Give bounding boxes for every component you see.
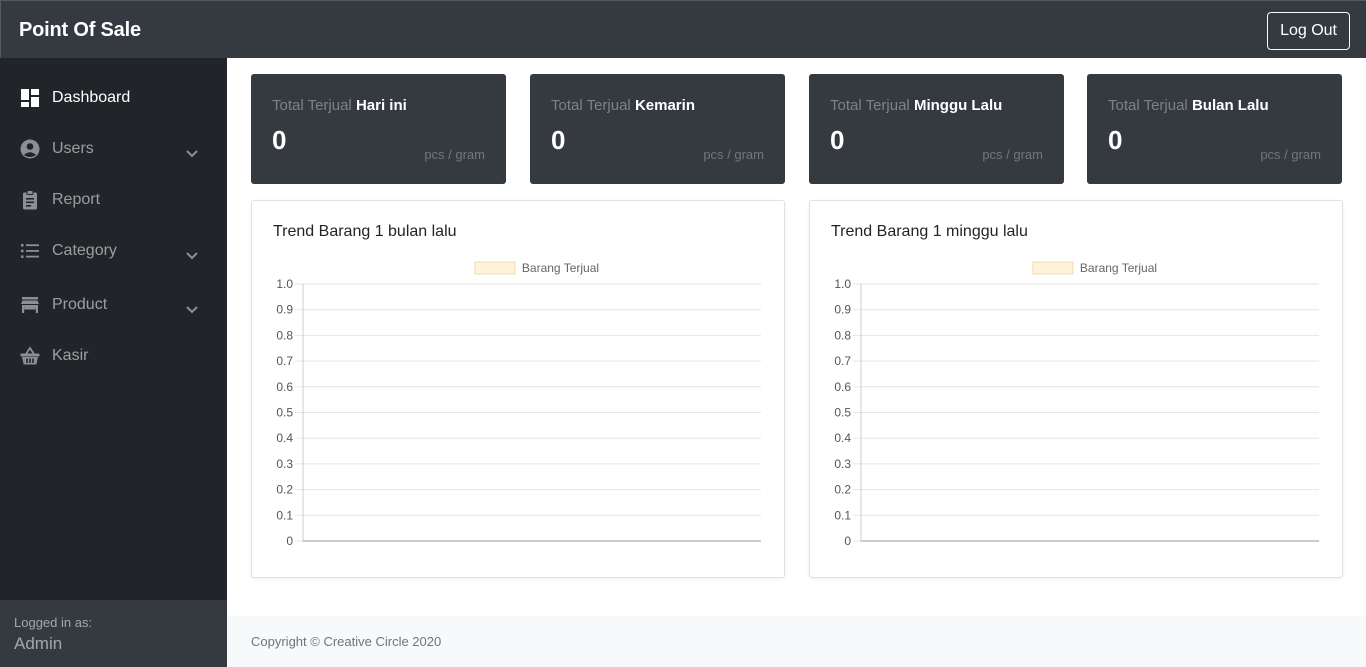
y-tick-label: 0.2 [276,483,293,497]
bar-chart-month: Barang Terjual 0 0.1 0.2 0.3 0.4 0.5 0.6 0.7 0.8 0… [276,261,761,548]
y-tick-label: 0.8 [834,328,851,342]
y-tick-label: 0.6 [834,380,851,394]
y-tick-label: 0.8 [276,328,293,342]
chart-panel-week: Trend Barang 1 minggu lalu Barang Terjua… [809,200,1343,578]
clipboard-icon [19,189,41,211]
user-circle-icon [19,138,41,160]
stat-card-period: Kemarin [634,97,695,114]
stat-card-last-week: Total Terjual Minggu Lalu 0 pcs / gram [809,74,1064,184]
dashboard-icon [19,87,41,109]
list-icon [19,240,41,262]
stat-card-prefix: Total Terjual [272,97,352,114]
main-content: Total Terjual Hari ini 0 pcs / gram Tota… [227,58,1366,667]
sidebar-footer: Logged in as: Admin [0,600,227,667]
y-tick-label: 0.7 [276,354,293,368]
sidebar-item-kasir[interactable]: Kasir [0,336,227,376]
y-tick-label: 0.1 [276,508,293,522]
stat-card-unit: pcs / gram [982,147,1043,162]
y-tick-label: 0.9 [834,303,851,317]
chevron-down-icon [186,252,198,260]
legend-swatch [474,261,516,275]
stat-card-title: Total Terjual Minggu Lalu [830,97,1002,114]
stat-card-value: 0 [272,125,287,155]
stat-card-unit: pcs / gram [1260,147,1321,162]
sidebar-item-label: Users [52,140,94,157]
stat-card-title: Total Terjual Kemarin [551,97,695,114]
sidebar-item-dashboard[interactable]: Dashboard [0,78,227,118]
sidebar-item-label: Report [52,191,101,208]
y-tick-label: 0.3 [276,457,293,471]
y-tick-label: 0.7 [834,354,851,368]
sidebar-item-label: Product [52,296,108,313]
y-tick-label: 0.4 [834,431,851,445]
y-tick-label: 0.1 [834,508,851,522]
stat-card-value: 0 [1108,125,1123,155]
basket-icon [19,345,41,367]
y-tick-label: 0.3 [834,457,851,471]
y-tick-label: 0.6 [276,380,293,394]
sidebar-item-users[interactable]: Users [0,129,227,169]
stat-card-last-month: Total Terjual Bulan Lalu 0 pcs / gram [1087,74,1342,184]
stat-card-prefix: Total Terjual [1108,97,1188,114]
chart-title: Trend Barang 1 minggu lalu [831,223,1028,240]
brand-title[interactable]: Point Of Sale [19,19,141,42]
chart-panel-month: Trend Barang 1 bulan lalu Barang Terjual… [251,200,785,578]
chevron-down-icon [186,150,198,158]
stat-card-value: 0 [551,125,566,155]
y-tick-label: 0 [844,534,851,548]
stat-card-title: Total Terjual Bulan Lalu [1108,97,1269,114]
y-tick-label: 0.5 [834,406,851,420]
top-navbar: Point Of Sale Log Out [0,0,1366,58]
logout-button[interactable]: Log Out [1267,12,1350,50]
stat-card-value: 0 [830,125,845,155]
sidebar-item-product[interactable]: Product [0,285,227,325]
stat-card-prefix: Total Terjual [830,97,910,114]
y-tick-label: 0.9 [276,303,293,317]
stat-card-period: Bulan Lalu [1191,97,1269,114]
stat-card-yesterday: Total Terjual Kemarin 0 pcs / gram [530,74,785,184]
sidebar-item-label: Category [52,242,117,259]
y-tick-label: 0 [286,534,293,548]
sidebar-item-label: Dashboard [52,89,131,106]
y-tick-label: 1.0 [276,277,293,291]
page-footer: Copyright © Creative Circle 2020 [227,616,1366,667]
legend-label: Barang Terjual [522,261,599,275]
y-tick-label: 0.4 [276,431,293,445]
sidebar-item-report[interactable]: Report [0,180,227,220]
sidebar: Dashboard Users Report Category Product … [0,58,227,667]
stat-card-title: Total Terjual Hari ini [272,97,407,114]
chart-title: Trend Barang 1 bulan lalu [273,223,457,240]
logged-in-label: Logged in as: [14,615,93,630]
y-tick-label: 0.5 [276,406,293,420]
copyright-text: Copyright © Creative Circle 2020 [251,634,442,649]
stat-card-today: Total Terjual Hari ini 0 pcs / gram [251,74,506,184]
y-tick-label: 1.0 [834,277,851,291]
chevron-down-icon [186,306,198,314]
y-tick-label: 0.2 [834,483,851,497]
sidebar-item-category[interactable]: Category [0,231,227,271]
stat-card-period: Hari ini [355,97,407,114]
legend-label: Barang Terjual [1080,261,1157,275]
logged-in-user: Admin [14,634,63,653]
legend-swatch [1032,261,1074,275]
stat-card-period: Minggu Lalu [913,97,1003,114]
stat-card-prefix: Total Terjual [551,97,631,114]
store-icon [19,294,41,316]
sidebar-item-label: Kasir [52,347,89,364]
stat-card-unit: pcs / gram [424,147,485,162]
bar-chart-week: Barang Terjual 0 0.1 0.2 0.3 0.4 0.5 0.6 0.7 0.8 0… [834,261,1319,548]
stat-card-unit: pcs / gram [703,147,764,162]
